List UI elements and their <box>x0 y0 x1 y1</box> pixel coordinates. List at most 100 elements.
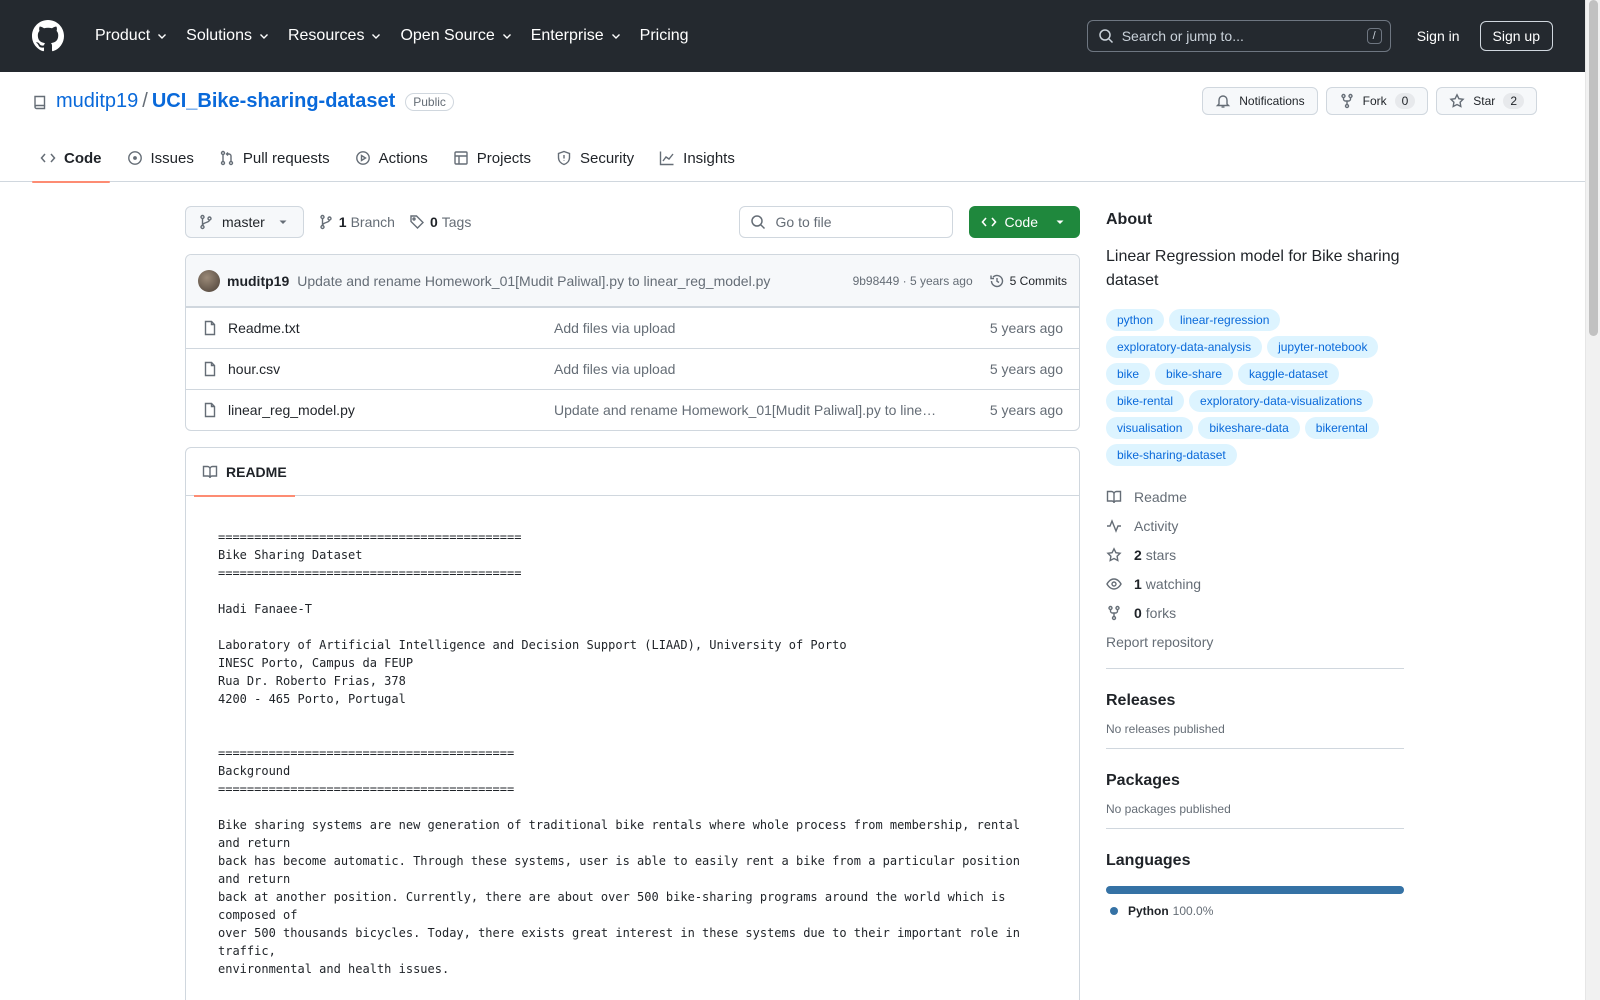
topic-tag[interactable]: bike <box>1106 363 1151 385</box>
tag-label: Tags <box>441 214 472 230</box>
tags-link[interactable]: 0 Tags <box>409 214 471 230</box>
topic-tag[interactable]: exploratory-data-visualizations <box>1189 390 1374 412</box>
scrollbar-thumb[interactable] <box>1589 0 1598 336</box>
file-icon <box>204 320 216 336</box>
branches-link[interactable]: 1 Branch <box>318 214 395 230</box>
repo-actions: Notifications Fork 0 Star 2 <box>1202 87 1537 115</box>
shield-icon <box>557 150 571 166</box>
releases-title[interactable]: Releases <box>1106 687 1404 710</box>
notifications-button[interactable]: Notifications <box>1202 87 1318 115</box>
repo-name-link[interactable]: UCI_Bike-sharing-dataset <box>152 90 395 113</box>
language-percent: 100.0% <box>1172 904 1214 918</box>
chevron-down-icon <box>158 34 167 39</box>
book-icon <box>1106 490 1122 503</box>
github-logo-icon[interactable] <box>32 20 64 52</box>
file-row[interactable]: Readme.txt Add files via upload 5 years … <box>186 307 1079 348</box>
caret-down-icon <box>1056 220 1064 224</box>
fork-label: Fork <box>1362 94 1387 108</box>
nav-solutions[interactable]: Solutions <box>177 20 279 52</box>
tab-readme[interactable]: README <box>194 448 295 497</box>
file-name[interactable]: Readme.txt <box>228 320 554 336</box>
tab-pull-requests[interactable]: Pull requests <box>211 134 338 182</box>
branch-icon <box>320 214 332 230</box>
commits-link[interactable]: 5 Commits <box>989 273 1067 289</box>
packages-title[interactable]: Packages <box>1106 767 1404 790</box>
forks-link[interactable]: 0 forks <box>1106 598 1404 627</box>
nav-open-source-label: Open Source <box>400 27 495 44</box>
table-icon <box>454 151 468 165</box>
go-to-file-input[interactable]: Go to file <box>738 206 953 238</box>
topic-tag[interactable]: kaggle-dataset <box>1238 363 1339 385</box>
readme-content: ========================================… <box>218 530 1020 976</box>
tag-count: 0 <box>429 214 438 230</box>
latest-commit-bar: muditp19 Update and rename Homework_01[M… <box>186 255 1079 307</box>
nav-enterprise[interactable]: Enterprise <box>522 20 631 52</box>
commit-message[interactable]: Update and rename Homework_01[Mudit Pali… <box>297 273 770 289</box>
nav-resources[interactable]: Resources <box>279 20 391 52</box>
stars-link[interactable]: 2 stars <box>1106 540 1404 569</box>
sign-in-link[interactable]: Sign in <box>1417 28 1460 44</box>
nav-product[interactable]: Product <box>86 20 177 52</box>
sidebar: About Linear Regression model for Bike s… <box>1106 206 1404 918</box>
topic-tag[interactable]: linear-regression <box>1169 309 1281 331</box>
main-content: master 1 Branch 0 Tags Go to file Code m… <box>185 206 1080 1000</box>
repo-tabs: Code Issues Pull requests Actions Projec… <box>32 134 752 183</box>
repo-owner-link[interactable]: muditp19 <box>56 90 138 113</box>
topic-tag[interactable]: bikeshare-data <box>1198 417 1300 439</box>
branch-count: 1 <box>338 214 347 230</box>
forks-label: forks <box>1145 604 1177 621</box>
topic-tag[interactable]: python <box>1106 309 1165 331</box>
avatar[interactable] <box>198 269 220 292</box>
nav-open-source[interactable]: Open Source <box>391 20 521 52</box>
topic-tag[interactable]: bike-share <box>1155 363 1234 385</box>
nav-pricing[interactable]: Pricing <box>631 20 698 52</box>
stars-label: stars <box>1145 546 1177 563</box>
tab-insights-label: Insights <box>683 149 735 167</box>
code-dropdown-button[interactable]: Code <box>968 206 1080 238</box>
tab-code[interactable]: Code <box>32 134 110 183</box>
star-button[interactable]: Star 2 <box>1436 87 1537 115</box>
go-to-file-placeholder: Go to file <box>775 214 832 230</box>
topic-tag[interactable]: jupyter-notebook <box>1267 336 1379 358</box>
topic-tag[interactable]: visualisation <box>1106 417 1194 439</box>
divider <box>1106 668 1404 669</box>
sign-up-button[interactable]: Sign up <box>1479 21 1553 51</box>
file-row[interactable]: hour.csv Add files via upload 5 years ag… <box>186 348 1079 389</box>
watching-label: watching <box>1145 575 1202 592</box>
tab-issues[interactable]: Issues <box>119 134 202 182</box>
commit-author[interactable]: muditp19 <box>227 273 289 289</box>
watching-count: 1 <box>1134 575 1142 592</box>
code-icon <box>40 153 56 163</box>
tab-insights[interactable]: Insights <box>651 134 743 182</box>
topic-tag[interactable]: bikerental <box>1304 417 1379 439</box>
search-placeholder: Search or jump to... <box>1121 28 1244 44</box>
history-icon <box>989 274 1003 287</box>
readme-link-label: Readme <box>1134 488 1187 505</box>
file-commit-message[interactable]: Add files via upload <box>554 320 939 336</box>
tab-projects[interactable]: Projects <box>445 134 539 182</box>
file-toolbar: master 1 Branch 0 Tags Go to file Code <box>185 206 1080 238</box>
file-name[interactable]: linear_reg_model.py <box>228 402 554 418</box>
fork-button[interactable]: Fork 0 <box>1325 87 1429 115</box>
tab-actions[interactable]: Actions <box>347 134 436 182</box>
file-row[interactable]: linear_reg_model.py Update and rename Ho… <box>186 389 1079 430</box>
file-commit-message[interactable]: Add files via upload <box>554 361 939 377</box>
code-button-label: Code <box>1004 214 1038 230</box>
activity-link[interactable]: Activity <box>1106 511 1404 540</box>
search-input[interactable]: Search or jump to... / <box>1086 20 1391 52</box>
topic-tag[interactable]: exploratory-data-analysis <box>1106 336 1263 358</box>
file-name[interactable]: hour.csv <box>228 361 554 377</box>
topic-tag[interactable]: bike-rental <box>1106 390 1185 412</box>
fork-icon <box>1340 93 1353 109</box>
watching-link[interactable]: 1 watching <box>1106 569 1404 598</box>
file-commit-message[interactable]: Update and rename Homework_01[Mudit Pali… <box>554 402 939 418</box>
tab-security[interactable]: Security <box>548 134 642 182</box>
language-item[interactable]: Python 100.0% <box>1106 904 1404 918</box>
page-scrollbar[interactable] <box>1585 0 1600 1000</box>
commit-hash-time[interactable]: 9b98449 · 5 years ago <box>853 274 973 288</box>
topic-tag[interactable]: bike-sharing-dataset <box>1106 444 1237 466</box>
branch-selector[interactable]: master <box>185 206 304 238</box>
readme-link[interactable]: Readme <box>1106 482 1404 511</box>
report-repository-link[interactable]: Report repository <box>1106 627 1404 656</box>
play-icon <box>355 151 370 165</box>
